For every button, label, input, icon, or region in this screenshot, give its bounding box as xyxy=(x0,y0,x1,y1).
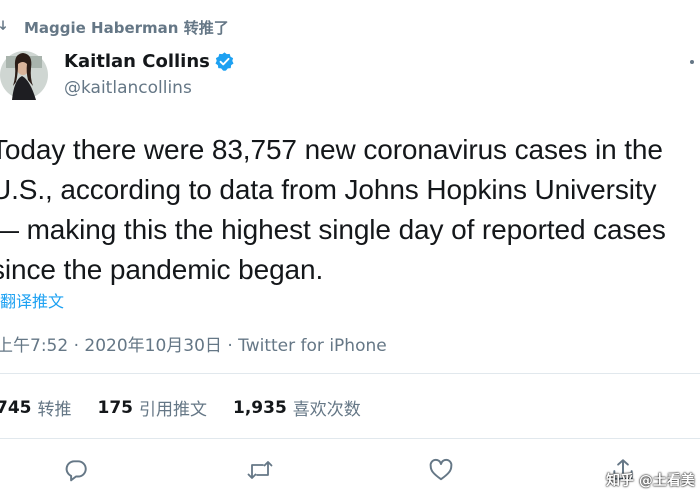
quotes-label: 引用推文 xyxy=(139,400,207,420)
tweet-source[interactable]: Twitter for iPhone xyxy=(238,336,387,356)
retweet-label: Maggie Haberman 转推了 xyxy=(24,18,229,37)
display-name-text: Kaitlan Collins xyxy=(64,51,210,72)
retweet-indicator[interactable]: Maggie Haberman 转推了 xyxy=(0,14,229,40)
retweets-stat[interactable]: 745 转推 xyxy=(0,395,72,421)
retweet-icon xyxy=(0,20,6,30)
avatar[interactable] xyxy=(0,42,48,108)
likes-count: 1,935 xyxy=(233,397,287,418)
divider xyxy=(0,438,700,439)
retweet-button[interactable] xyxy=(245,455,275,485)
display-name[interactable]: Kaitlan Collins xyxy=(64,51,235,72)
likes-label: 喜欢次数 xyxy=(292,400,361,420)
more-options-icon[interactable] xyxy=(674,52,700,72)
verified-badge-icon xyxy=(215,52,234,71)
reply-icon xyxy=(65,460,87,482)
tweet-page: Maggie Haberman 转推了 Kaitlan Collins @kai… xyxy=(0,0,700,500)
meta-separator: · xyxy=(221,336,239,356)
tweet-time[interactable]: 上午7:52 xyxy=(0,336,68,356)
watermark-text: 知乎 @土看美 xyxy=(606,473,695,489)
tweet-stats: 745 转推 175 引用推文 1,935 喜欢次数 xyxy=(0,395,387,421)
like-icon xyxy=(429,458,453,481)
retweets-count: 745 xyxy=(0,397,32,418)
retweets-label: 转推 xyxy=(37,400,72,420)
user-handle[interactable]: @kaitlancollins xyxy=(64,78,192,98)
tweet-text: Today there were 83,757 new coronavirus … xyxy=(0,134,666,285)
tweet-date[interactable]: 2020年10月30日 xyxy=(84,336,222,356)
tweet-meta: 上午7:52 · 2020年10月30日 · Twitter for iPhon… xyxy=(0,331,387,356)
meta-separator: · xyxy=(68,336,85,356)
quotes-stat[interactable]: 175 引用推文 xyxy=(97,395,208,421)
divider xyxy=(0,373,700,374)
likes-stat[interactable]: 1,935 喜欢次数 xyxy=(233,395,361,421)
quotes-count: 175 xyxy=(97,397,134,418)
like-button[interactable] xyxy=(426,455,456,485)
reply-button[interactable] xyxy=(61,455,91,485)
translate-tweet-link[interactable]: 翻译推文 xyxy=(0,288,64,312)
avatar-photo xyxy=(0,42,48,108)
retweet-icon xyxy=(247,461,273,479)
tweet-header: Kaitlan Collins @kaitlancollins xyxy=(0,42,700,110)
